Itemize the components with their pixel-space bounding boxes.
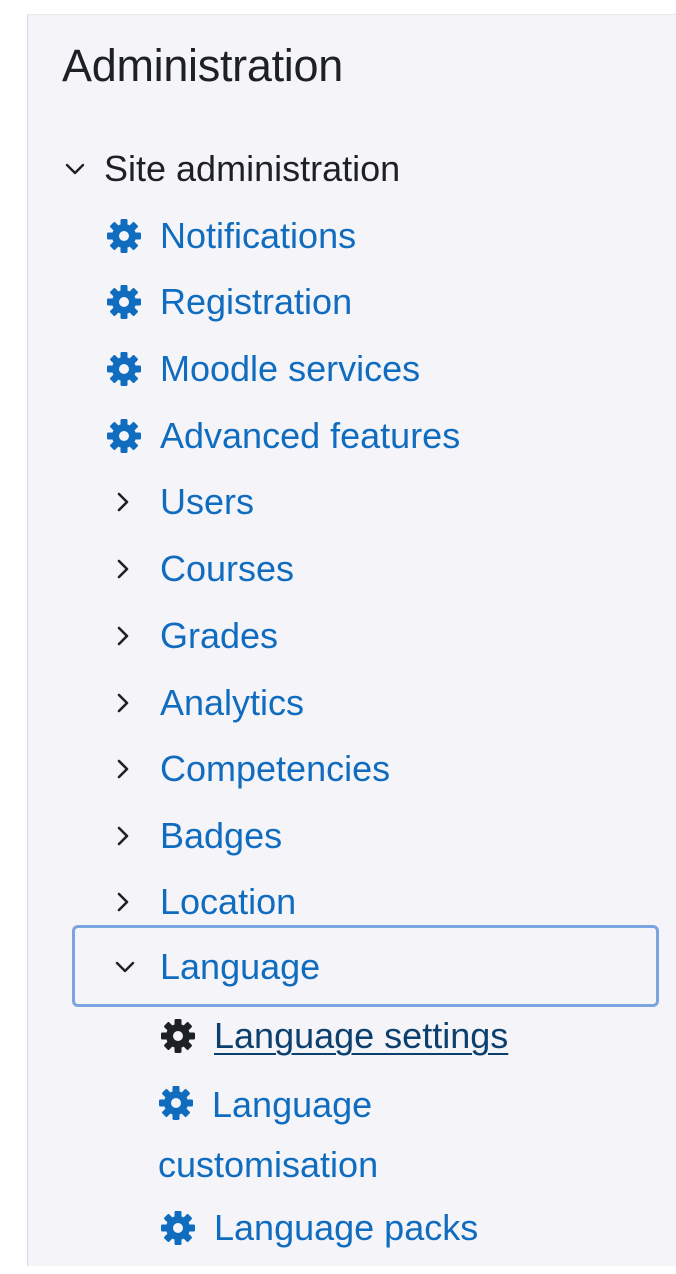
- chevron-right-icon: [110, 756, 136, 782]
- tree-item-label: Users: [160, 481, 255, 522]
- gear-icon: [160, 1210, 196, 1246]
- chevron-right-icon: [110, 889, 136, 915]
- chevron-down-icon: [112, 954, 138, 980]
- tree-link-moodle-services[interactable]: Moodle services: [106, 336, 420, 402]
- chevron-down-icon: [62, 156, 88, 182]
- tree-item-site-administration[interactable]: Site administration: [62, 136, 400, 202]
- tree-link-registration[interactable]: Registration: [106, 269, 352, 335]
- tree-item-users[interactable]: Users: [110, 469, 254, 535]
- tree-item-label: Competencies: [160, 748, 391, 789]
- block-title: Administration: [62, 40, 343, 91]
- chevron-right-icon: [110, 823, 136, 849]
- tree-link-language-packs[interactable]: Language packs: [160, 1195, 478, 1261]
- tree-item-label: Courses: [160, 548, 295, 589]
- gear-icon: [106, 218, 142, 254]
- tree-link-notifications[interactable]: Notifications: [106, 203, 356, 269]
- tree-item-label: Location: [160, 881, 297, 922]
- tree-item-analytics[interactable]: Analytics: [110, 670, 304, 736]
- tree-link-language-customisation[interactable]: Language customisation: [158, 1075, 578, 1195]
- tree-link-label: Notifications: [160, 215, 357, 256]
- tree-link-label: Advanced features: [160, 415, 461, 456]
- tree-item-label: Grades: [160, 615, 279, 656]
- tree-link-label: Registration: [160, 281, 353, 322]
- tree-link-label: Moodle services: [160, 348, 421, 389]
- tree-link-language-settings[interactable]: Language settings: [160, 1003, 508, 1069]
- tree-item-label: Language: [160, 946, 321, 987]
- chevron-right-icon: [110, 690, 136, 716]
- gear-icon: [158, 1085, 194, 1121]
- chevron-right-icon: [110, 489, 136, 515]
- gear-icon: [160, 1018, 196, 1054]
- tree-item-grades[interactable]: Grades: [110, 603, 278, 669]
- tree-link-label: Language packs: [214, 1207, 479, 1248]
- tree-item-courses[interactable]: Courses: [110, 536, 294, 602]
- tree-link-advanced-features[interactable]: Advanced features: [106, 403, 460, 469]
- chevron-right-icon: [110, 623, 136, 649]
- tree-item-language[interactable]: Language: [112, 934, 320, 1000]
- tree-item-competencies[interactable]: Competencies: [110, 736, 390, 802]
- tree-link-label: Language settings: [214, 1015, 509, 1056]
- tree-item-badges[interactable]: Badges: [110, 803, 282, 869]
- gear-icon: [106, 284, 142, 320]
- tree-item-label: Analytics: [160, 682, 305, 723]
- tree-item-label: Site administration: [104, 148, 401, 189]
- gear-icon: [106, 418, 142, 454]
- tree-item-label: Badges: [160, 815, 283, 856]
- chevron-right-icon: [110, 556, 136, 582]
- gear-icon: [106, 351, 142, 387]
